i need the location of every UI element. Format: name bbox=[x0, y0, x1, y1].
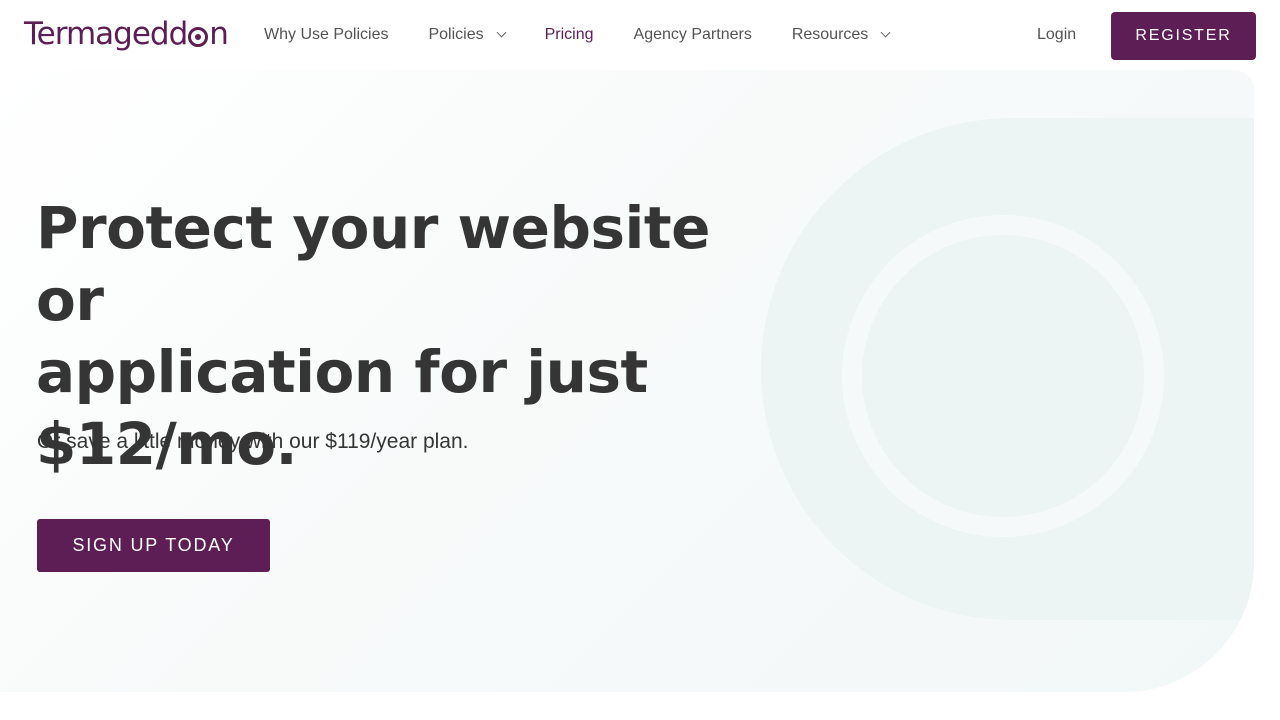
termageddon-logo[interactable]: Termagedd n bbox=[24, 14, 246, 54]
logo-wordmark: Termagedd n bbox=[24, 14, 229, 54]
background-decoration-ring bbox=[842, 215, 1164, 537]
nav-item-pricing[interactable]: Pricing bbox=[525, 0, 614, 70]
nav-item-policies[interactable]: Policies bbox=[408, 0, 524, 70]
headline-line: application for just bbox=[36, 338, 648, 406]
chevron-down-icon bbox=[496, 27, 507, 38]
logo-text-part-1: Termagedd bbox=[24, 16, 188, 52]
nav-label: Resources bbox=[791, 26, 869, 43]
chevron-down-icon bbox=[880, 27, 891, 38]
site-header: Termagedd n Why Use Policies Policies Pri… bbox=[0, 0, 1280, 70]
nav-item-why-use-policies[interactable]: Why Use Policies bbox=[244, 0, 408, 70]
nav-label: Why Use Policies bbox=[264, 26, 389, 43]
nav-label: Agency Partners bbox=[633, 26, 752, 43]
nav-label: Policies bbox=[428, 26, 484, 43]
logo-circle-icon bbox=[188, 27, 209, 47]
logo-text-part-2: n bbox=[209, 16, 229, 52]
nav-item-resources[interactable]: Resources bbox=[772, 0, 909, 70]
sign-up-today-button[interactable]: SIGN UP TODAY bbox=[37, 519, 270, 572]
login-link[interactable]: Login bbox=[1018, 0, 1095, 70]
hero-section: Protect your website or application for … bbox=[0, 70, 1254, 692]
register-button[interactable]: REGISTER bbox=[1111, 12, 1256, 60]
hero-subtext: Or save a little money with our $119/yea… bbox=[37, 430, 469, 453]
headline-line: Protect your website or bbox=[36, 194, 710, 334]
nav-label: Pricing bbox=[544, 26, 594, 43]
nav-item-agency-partners[interactable]: Agency Partners bbox=[614, 0, 772, 70]
main-nav: Why Use Policies Policies Pricing Agency… bbox=[244, 0, 909, 70]
